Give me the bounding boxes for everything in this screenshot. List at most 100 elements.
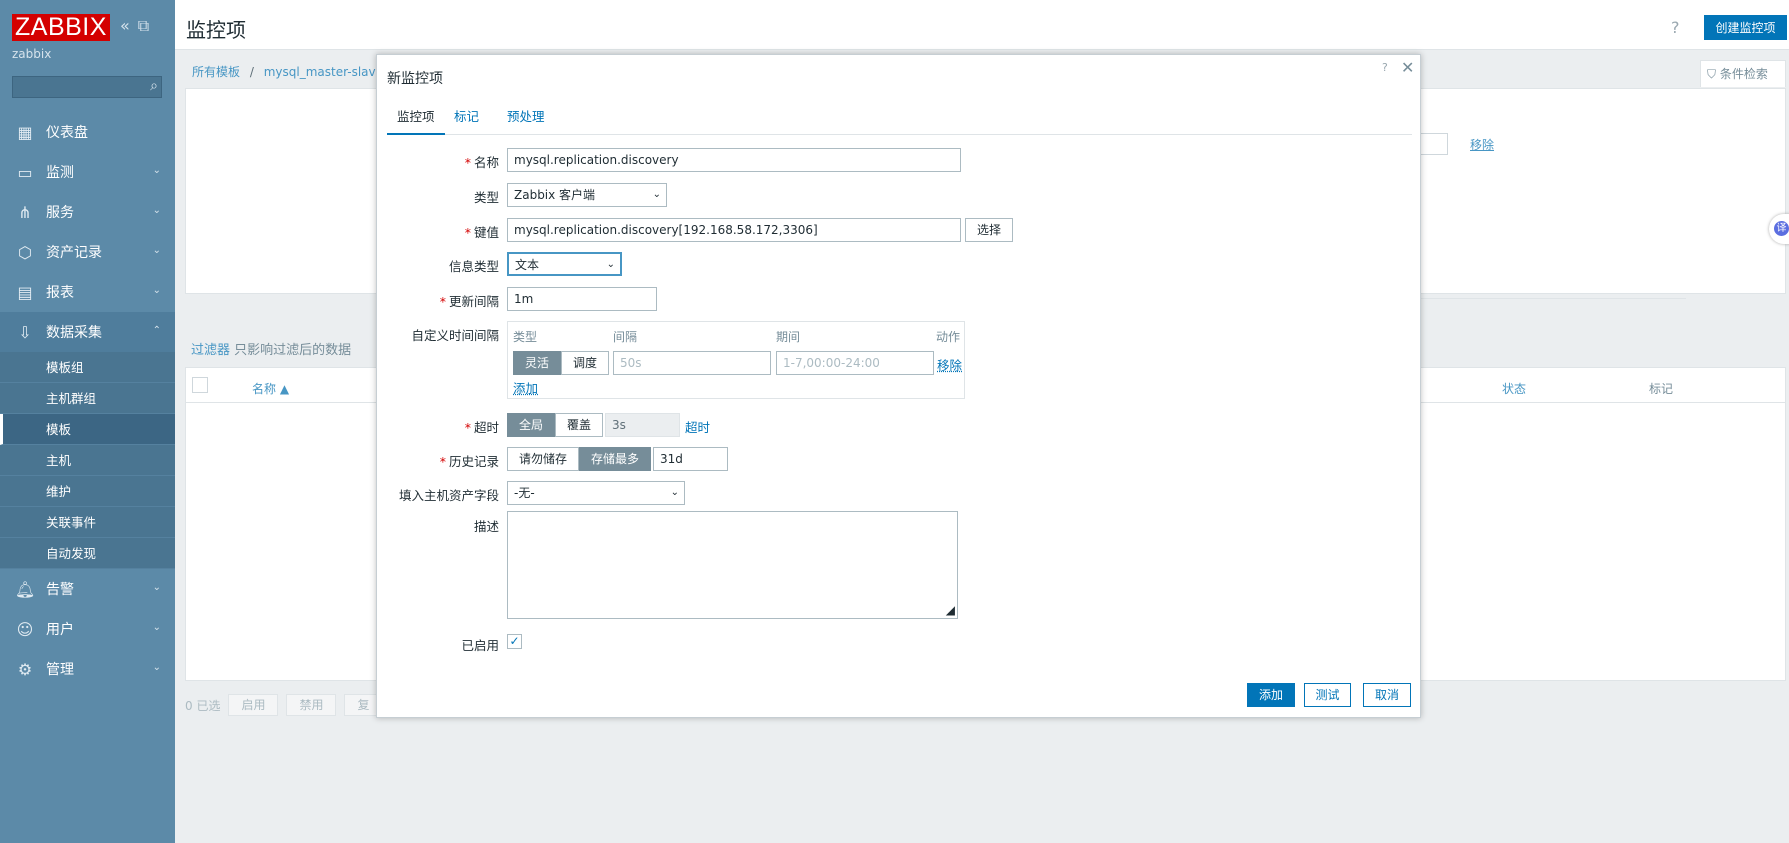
submenu-item-event-correlation[interactable]: 关联事件 <box>0 507 175 538</box>
enable-button[interactable]: 启用 <box>228 694 279 716</box>
menu-label: 报表 <box>46 285 74 301</box>
chevron-down-icon: ⌄ <box>652 189 661 200</box>
inventory-label: 填入主机资产字段 <box>398 488 499 503</box>
test-button[interactable]: 测试 <box>1304 683 1351 707</box>
breadcrumb-separator: / <box>249 65 254 79</box>
key-field[interactable]: mysql.replication.discovery[192.168.58.1… <box>507 218 961 242</box>
submenu-item-maintenance[interactable]: 维护 <box>0 476 175 507</box>
ci-add-link[interactable]: 添加 <box>513 378 538 397</box>
ci-interval-input[interactable]: 50s <box>613 351 771 375</box>
timeout-override-option[interactable]: 覆盖 <box>555 413 604 437</box>
inventory-icon: ⬡ <box>18 242 32 262</box>
submenu-item-template-groups[interactable]: 模板组 <box>0 352 175 383</box>
menu-item-reports[interactable]: ▤ 报表 ⌄ <box>0 272 175 312</box>
menu-item-administration[interactable]: ⚙ 管理 ⌄ <box>0 649 175 689</box>
menu-label: 资产记录 <box>46 245 102 261</box>
add-button[interactable]: 添加 <box>1247 683 1295 707</box>
gear-icon: ⚙ <box>17 659 33 679</box>
disable-button[interactable]: 禁用 <box>286 694 337 716</box>
ci-remove-link[interactable]: 移除 <box>937 355 962 374</box>
selected-count: 0 已选 <box>185 698 221 713</box>
timeout-link[interactable]: 超时 <box>685 417 710 436</box>
dashboard-icon: ▦ <box>17 122 33 142</box>
submenu-item-templates[interactable]: 模板 <box>0 414 175 445</box>
dialog-title: 新监控项 <box>387 71 443 87</box>
key-select-button[interactable]: 选择 <box>965 218 1013 242</box>
submenu-item-host-groups[interactable]: 主机群组 <box>0 383 175 414</box>
checkmark-icon: ✓ <box>509 634 520 648</box>
history-dont-store-option[interactable]: 请勿储存 <box>507 447 580 471</box>
create-item-button[interactable]: 创建监控项 <box>1704 15 1787 40</box>
chevron-down-icon: ⌄ <box>152 245 161 256</box>
timeout-global-option[interactable]: 全局 <box>507 413 556 437</box>
info-type-label: 信息类型 <box>448 259 499 274</box>
filter-tab[interactable]: ⛉ 条件检索 <box>1700 60 1786 87</box>
menu-item-inventory[interactable]: ⬡ 资产记录 ⌄ <box>0 232 175 272</box>
submenu-item-discovery[interactable]: 自动发现 <box>0 538 175 569</box>
cancel-button[interactable]: 取消 <box>1363 683 1411 707</box>
update-interval-field[interactable]: 1m <box>507 287 657 311</box>
timeout-label: * 超时 <box>464 420 499 435</box>
menu-item-services[interactable]: ⋔ 服务 ⌄ <box>0 192 175 232</box>
close-icon[interactable]: ✕ <box>1401 58 1414 77</box>
description-textarea[interactable]: ◢ <box>507 511 958 619</box>
enabled-checkbox[interactable]: ✓ <box>507 634 522 649</box>
history-label: * 历史记录 <box>439 454 499 469</box>
info-type-select[interactable]: 文本 ⌄ <box>507 252 622 276</box>
dialog-help-icon[interactable]: ? <box>1382 61 1388 74</box>
menu-label: 监测 <box>46 165 74 181</box>
breadcrumb: 所有模板 / mysql_master-slave <box>192 63 383 80</box>
filter-divider <box>1404 298 1686 299</box>
monitoring-icon: ▭ <box>17 162 33 182</box>
custom-intervals-table: 类型 间隔 期间 动作 灵活 调度 50s 1-7,00:00-24:00 移除… <box>507 321 965 399</box>
submenu-item-hosts[interactable]: 主机 <box>0 445 175 476</box>
bulk-action-bar: 0 已选 启用 禁用 复 <box>185 694 383 716</box>
search-icon[interactable]: ⌕ <box>150 78 158 94</box>
history-field[interactable]: 31d <box>653 447 728 471</box>
page-header: 监控项 ? 创建监控项 <box>175 3 1789 50</box>
chevron-down-icon: ⌄ <box>606 259 615 270</box>
filter-remove-link[interactable]: 移除 <box>1470 136 1494 153</box>
type-select[interactable]: Zabbix 客户端 ⌄ <box>507 183 667 207</box>
name-field[interactable]: mysql.replication.discovery <box>507 148 961 172</box>
select-all-checkbox[interactable] <box>192 377 208 393</box>
ci-scheduling-option[interactable]: 调度 <box>561 351 610 375</box>
tab-preprocessing[interactable]: 预处理 <box>507 110 545 134</box>
zabbix-logo[interactable]: ZABBIX <box>12 14 110 41</box>
filter-note-text: 只影响过滤后的数据 <box>234 343 352 358</box>
column-status[interactable]: 状态 <box>1502 380 1526 397</box>
chevron-down-icon: ⌄ <box>152 622 161 633</box>
menu-item-alerts[interactable]: 🔔︎ 告警 ⌄ <box>0 569 175 609</box>
resize-grip-icon[interactable]: ◢ <box>946 603 955 617</box>
services-icon: ⋔ <box>18 202 32 222</box>
menu-item-users[interactable]: ☺ 用户 ⌄ <box>0 609 175 649</box>
history-store-up-to-option[interactable]: 存储最多 <box>579 447 652 471</box>
menu-item-data-collection[interactable]: ⇩ 数据采集 ⌃ <box>0 312 175 352</box>
new-item-dialog: 新监控项 ? ✕ 监控项 标记 预处理 * 名称 mysql.replicatio… <box>376 54 1421 718</box>
update-interval-label: * 更新间隔 <box>439 294 499 309</box>
inventory-select[interactable]: -无- ⌄ <box>507 481 685 505</box>
ci-header-action: 动作 <box>936 330 961 344</box>
menu-item-dashboard[interactable]: ▦ 仪表盘 <box>0 112 175 152</box>
collapse-icon[interactable]: « <box>120 16 130 35</box>
custom-intervals-label: 自定义时间间隔 <box>411 328 499 343</box>
breadcrumb-all-templates[interactable]: 所有模板 <box>192 65 240 79</box>
description-label: 描述 <box>473 519 499 534</box>
sidebar-search-input[interactable]: ⌕ <box>12 76 162 98</box>
menu-label: 管理 <box>46 662 74 678</box>
menu-item-monitoring[interactable]: ▭ 监测 ⌄ <box>0 152 175 192</box>
ci-period-input[interactable]: 1-7,00:00-24:00 <box>776 351 934 375</box>
tab-item[interactable]: 监控项 <box>387 110 445 135</box>
ci-header-interval: 间隔 <box>613 330 638 344</box>
ci-flexible-option[interactable]: 灵活 <box>513 351 562 375</box>
tab-tags[interactable]: 标记 <box>454 110 479 134</box>
kiosk-icon[interactable]: ⧉ <box>138 16 149 35</box>
help-icon[interactable]: ? <box>1671 18 1680 37</box>
ci-header-type: 类型 <box>513 330 538 344</box>
breadcrumb-template[interactable]: mysql_master-slave <box>264 65 383 79</box>
type-select-value: Zabbix 客户端 <box>514 188 596 202</box>
chevron-down-icon: ⌄ <box>152 582 161 593</box>
data-collection-icon: ⇩ <box>18 322 32 342</box>
column-name[interactable]: 名称 ▲ <box>252 380 289 397</box>
filter-note-label: 过滤器 <box>191 343 231 358</box>
